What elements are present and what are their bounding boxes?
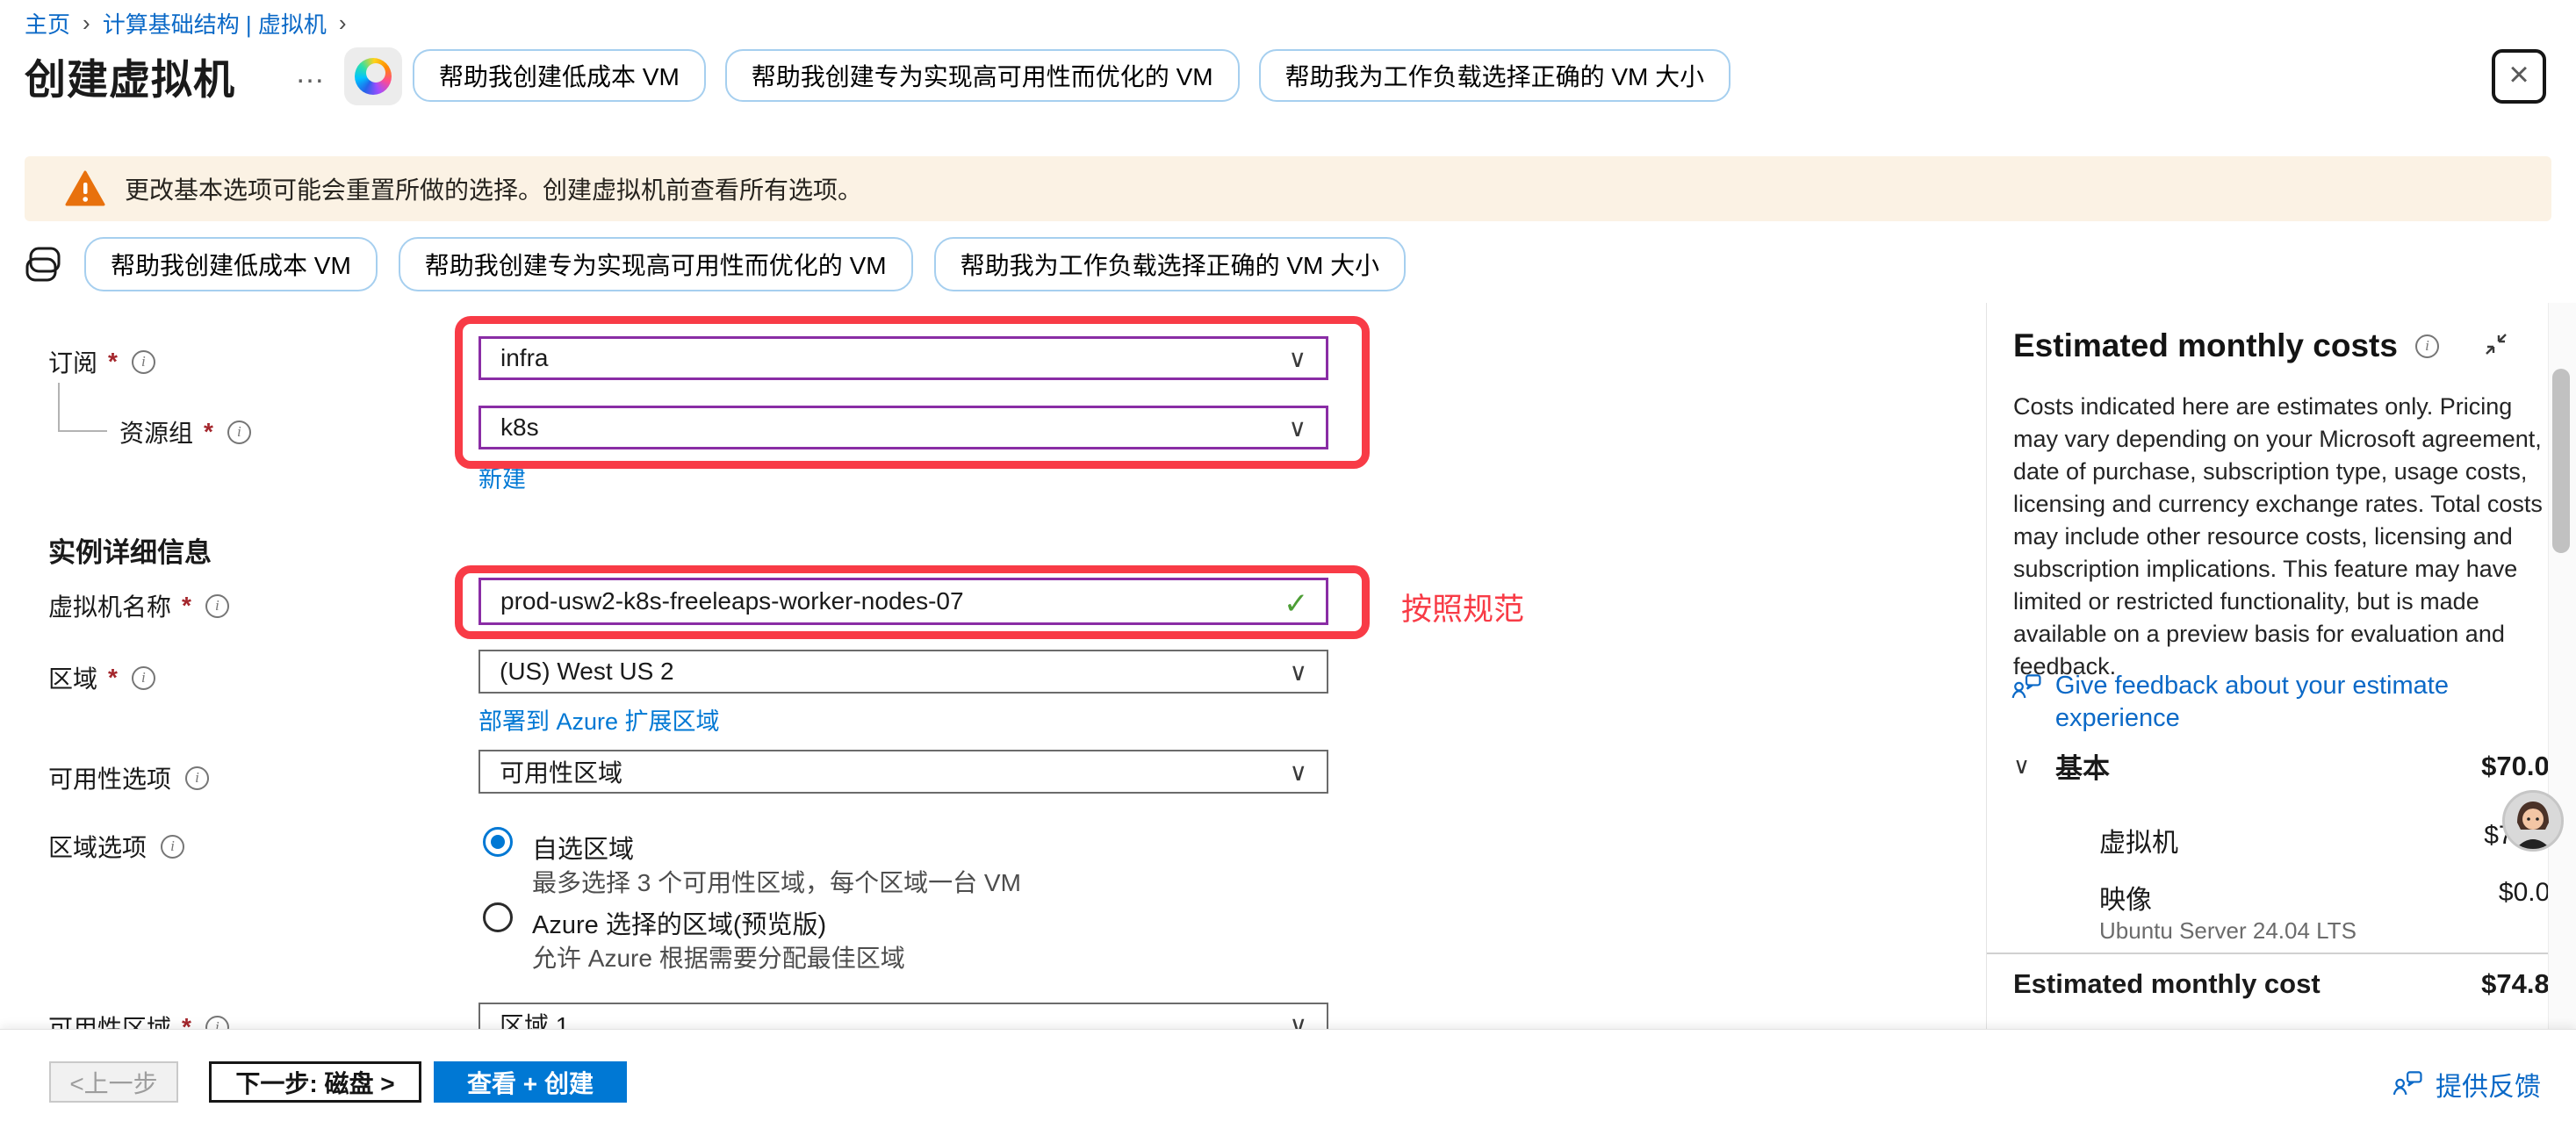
extended-zone-link[interactable]: 部署到 Azure 扩展区域 [479,702,720,737]
breadcrumb-separator-icon: › [339,10,347,37]
chevron-down-icon: ∨ [2013,752,2055,780]
chevron-down-icon: ∨ [1290,758,1308,787]
chevron-down-icon: ∨ [1289,413,1307,442]
cost-row-image: 映像 $0.00 [2099,878,2565,917]
estimate-feedback-link[interactable]: Give feedback about your estimate experi… [2011,670,2503,735]
cost-row-vm: 虚拟机 $70.08 [2099,821,2565,859]
vm-name-label: 虚拟机名称* i [48,588,229,623]
region-value: (US) West US 2 [500,658,674,686]
avatar[interactable] [2502,790,2564,852]
info-icon[interactable]: i [161,835,184,859]
next-step-disks-button[interactable]: 下一步: 磁盘 > [209,1061,421,1103]
azure-selected-zone-radio[interactable] [483,902,513,932]
availability-options-dropdown[interactable]: 可用性区域 ∨ [479,750,1328,794]
create-vm-page: 主页 › 计算基础结构 | 虚拟机 › 创建虚拟机 … 帮助我创建低成本 VM … [0,0,2576,1143]
copilot-suggestion-vm-size[interactable]: 帮助我为工作负载选择正确的 VM 大小 [1259,49,1731,102]
cost-group-label: 基本 [2055,746,2110,786]
resource-group-label: 资源组* i [119,414,251,449]
cost-row-image-sub: Ubuntu Server 24.04 LTS [2099,917,2357,945]
breadcrumb-home-link[interactable]: 主页 [25,7,70,40]
copilot-suggestion-low-cost[interactable]: 帮助我创建低成本 VM [413,49,706,102]
subscription-value: infra [500,344,548,372]
feedback-icon [2011,670,2043,705]
assist-row: 帮助我创建低成本 VM 帮助我创建专为实现高可用性而优化的 VM 帮助我为工作负… [21,237,1406,291]
vm-name-input[interactable] [479,578,1328,625]
warning-banner: 更改基本选项可能会重置所做的选择。创建虚拟机前查看所有选项。 [25,156,2551,221]
instance-details-heading: 实例详细信息 [48,530,212,570]
availability-options-value: 可用性区域 [500,754,622,789]
resource-group-dropdown[interactable]: k8s ∨ [479,406,1328,449]
cost-disclaimer: Costs indicated here are estimates only.… [2013,391,2544,683]
copilot-suggestion-row: 帮助我创建低成本 VM 帮助我创建专为实现高可用性而优化的 VM 帮助我为工作负… [413,49,1731,102]
warning-icon [65,170,105,207]
create-new-resource-group-link[interactable]: 新建 [479,460,526,494]
azure-selected-zone-label: Azure 选择的区域(预览版) [532,904,826,941]
review-create-button[interactable]: 查看 + 创建 [434,1061,627,1103]
info-icon[interactable]: i [205,594,229,618]
self-selected-zone-desc: 最多选择 3 个可用性区域，每个区域一台 VM [532,864,1021,899]
subscription-label: 订阅* i [48,344,155,379]
tree-connector [58,383,60,432]
chevron-down-icon: ∨ [1289,344,1307,373]
divider [1987,952,2549,954]
page-title: 创建虚拟机 [25,46,235,106]
bottom-action-bar: <上一步 下一步: 磁盘 > 查看 + 创建 提供反馈 [0,1029,2576,1143]
assist-high-availability-button[interactable]: 帮助我创建专为实现高可用性而优化的 VM [399,237,913,291]
warning-text: 更改基本选项可能会重置所做的选择。创建虚拟机前查看所有选项。 [125,171,862,206]
tree-connector [58,430,107,432]
feedback-icon [2392,1069,2425,1099]
close-icon: × [2508,57,2529,92]
assist-vm-size-button[interactable]: 帮助我为工作负载选择正确的 VM 大小 [934,237,1407,291]
more-options-icon[interactable]: … [295,56,327,90]
vm-name-annotation: 按照规范 [1401,585,1524,629]
collapse-panel-icon[interactable] [2482,330,2510,363]
region-label: 区域* i [48,660,155,695]
valid-check-icon: ✓ [1284,586,1309,622]
availability-options-label: 可用性选项 i [48,760,209,795]
region-dropdown[interactable]: (US) West US 2 ∨ [479,650,1328,694]
info-icon[interactable]: i [132,350,155,374]
copilot-button[interactable] [344,47,402,105]
info-icon[interactable]: i [185,766,209,790]
self-selected-zone-radio[interactable] [483,827,513,857]
info-icon[interactable]: i [227,421,251,444]
info-icon[interactable]: i [2415,334,2439,358]
breadcrumb-section-link[interactable]: 计算基础结构 | 虚拟机 [103,7,327,40]
close-button[interactable]: × [2492,49,2546,104]
zone-options-label: 区域选项 i [48,829,184,864]
scrollbar-thumb[interactable] [2552,369,2570,553]
estimated-costs-panel: Estimated monthly costs i Costs indicate… [1986,303,2576,1029]
info-icon[interactable]: i [132,666,155,690]
cost-total-row: Estimated monthly cost $74.88 [2013,968,2565,1000]
assist-buttons: 帮助我创建低成本 VM 帮助我创建专为实现高可用性而优化的 VM 帮助我为工作负… [84,237,1406,291]
subscription-dropdown[interactable]: infra ∨ [479,336,1328,380]
cost-panel-title: Estimated monthly costs [2013,327,2398,364]
copilot-outline-icon [21,241,67,287]
copilot-icon [355,58,392,95]
chevron-down-icon: ∨ [1290,658,1308,687]
previous-step-button[interactable]: <上一步 [49,1061,178,1103]
assist-low-cost-button[interactable]: 帮助我创建低成本 VM [84,237,378,291]
breadcrumb: 主页 › 计算基础结构 | 虚拟机 › [25,7,347,40]
azure-selected-zone-desc: 允许 Azure 根据需要分配最佳区域 [532,939,905,974]
self-selected-zone-label: 自选区域 [532,829,634,866]
breadcrumb-separator-icon: › [83,10,90,37]
copilot-suggestion-high-availability[interactable]: 帮助我创建专为实现高可用性而优化的 VM [725,49,1240,102]
give-feedback-link[interactable]: 提供反馈 [2392,1065,2541,1103]
cost-group-basics[interactable]: ∨ 基本 $70.08 [2013,746,2565,786]
resource-group-value: k8s [500,413,539,442]
